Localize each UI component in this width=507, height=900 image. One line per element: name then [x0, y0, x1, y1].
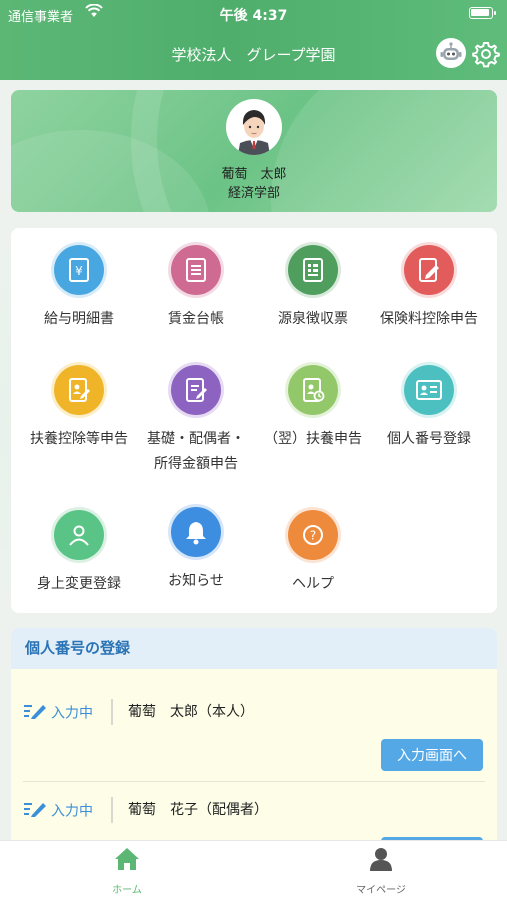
yen-document-icon: ¥ [69, 258, 89, 282]
menu-icon-circle [171, 507, 221, 557]
withholding-slip-icon [303, 258, 323, 282]
menu-icon-circle: ¥ [54, 245, 104, 295]
divider [111, 699, 113, 725]
menu-label: お知らせ [168, 573, 224, 589]
home-icon [115, 848, 139, 870]
status-badge: 入力中 [23, 799, 93, 821]
menu-icon-circle: ? [288, 510, 338, 560]
user-icon [370, 848, 392, 871]
menu-notifications[interactable]: お知らせ [136, 507, 256, 594]
user-avatar-icon [238, 110, 270, 155]
chatbot-button[interactable] [436, 38, 466, 68]
svg-text:¥: ¥ [75, 264, 83, 278]
dependent-form-icon [69, 378, 90, 402]
status-text: 入力中 [51, 803, 93, 820]
menu-my-number[interactable]: 個人番号登録 [369, 365, 489, 452]
tab-mypage[interactable]: マイページ [331, 847, 431, 896]
registration-title: 個人番号の登録 [11, 628, 497, 669]
next-year-form-icon [303, 378, 325, 402]
menu-icon-circle [171, 245, 221, 295]
help-icon: ? [303, 525, 323, 545]
menu-label: 保険料控除申告 [380, 311, 478, 327]
menu-next-year-dependent[interactable]: （翌）扶養申告 [253, 365, 373, 452]
tab-label: ホーム [112, 885, 142, 896]
menu-dependent-deduction[interactable]: 扶養控除等申告 [19, 365, 139, 452]
spouse-form-icon [186, 378, 207, 402]
input-screen-button[interactable]: 入力画面へ [381, 739, 483, 771]
menu-grid: ¥ 給与明細書 賃金台帳 源泉徴収票 保険料控除申告 扶養控除等申告 基礎・配偶… [11, 228, 497, 613]
edit-list-icon [23, 799, 47, 824]
menu-label: ヘルプ [292, 576, 334, 592]
menu-label: 身上変更登録 [37, 576, 121, 592]
tab-home[interactable]: ホーム [77, 847, 177, 896]
ledger-icon [186, 258, 206, 282]
svg-text:?: ? [310, 529, 316, 543]
menu-personal-change[interactable]: 身上変更登録 [19, 510, 139, 597]
divider [111, 797, 113, 823]
tab-label: マイページ [356, 885, 406, 896]
menu-label: 基礎・配偶者・所得金額申告 [147, 431, 245, 472]
profile-card[interactable]: 葡萄 太郎 経済学部 [11, 90, 497, 212]
menu-icon-circle [54, 510, 104, 560]
robot-icon [440, 42, 462, 60]
menu-withholding-slip[interactable]: 源泉徴収票 [253, 245, 373, 332]
menu-payslip[interactable]: ¥ 給与明細書 [19, 245, 139, 332]
id-card-icon [416, 380, 442, 400]
battery-icon [469, 7, 496, 19]
status-badge: 入力中 [23, 701, 93, 723]
tab-bar: ホーム マイページ [0, 840, 507, 900]
person-icon [69, 525, 89, 546]
menu-label: 扶養控除等申告 [30, 431, 128, 447]
menu-label: （翌）扶養申告 [264, 431, 362, 447]
insurance-pen-icon [419, 258, 439, 282]
menu-label: 個人番号登録 [387, 431, 471, 447]
menu-insurance-deduction[interactable]: 保険料控除申告 [369, 245, 489, 332]
registrant-name: 葡萄 花子（配偶者） [128, 802, 268, 818]
menu-icon-circle [404, 245, 454, 295]
page-title: 学校法人 グレープ学園 [171, 46, 336, 64]
menu-icon-circle [404, 365, 454, 415]
profile-name: 葡萄 太郎 [221, 167, 287, 182]
menu-spouse-income[interactable]: 基礎・配偶者・所得金額申告 [136, 365, 256, 477]
app-header: 通信事業者 午後 4:37 学校法人 グレープ学園 [0, 0, 507, 80]
menu-icon-circle [288, 245, 338, 295]
menu-label: 源泉徴収票 [278, 311, 348, 327]
gear-icon [472, 42, 500, 68]
registration-panel: 個人番号の登録 入力中 葡萄 太郎（本人） 入力画面へ 入力中 葡萄 花子（配偶… [11, 628, 497, 868]
menu-label: 給与明細書 [44, 311, 114, 327]
menu-wage-ledger[interactable]: 賃金台帳 [136, 245, 256, 332]
menu-help[interactable]: ? ヘルプ [253, 510, 373, 597]
settings-button[interactable] [472, 40, 500, 68]
menu-label: 賃金台帳 [168, 311, 224, 327]
avatar[interactable] [226, 99, 282, 155]
menu-icon-circle [54, 365, 104, 415]
status-bar: 通信事業者 午後 4:37 [0, 0, 507, 28]
profile-department: 経済学部 [227, 186, 280, 201]
bell-icon [186, 522, 206, 545]
menu-icon-circle [171, 365, 221, 415]
status-time: 午後 4:37 [219, 8, 288, 24]
menu-icon-circle [288, 365, 338, 415]
status-text: 入力中 [51, 705, 93, 722]
row-divider [23, 781, 485, 782]
registrant-name: 葡萄 太郎（本人） [128, 704, 254, 720]
edit-list-icon [23, 701, 47, 726]
